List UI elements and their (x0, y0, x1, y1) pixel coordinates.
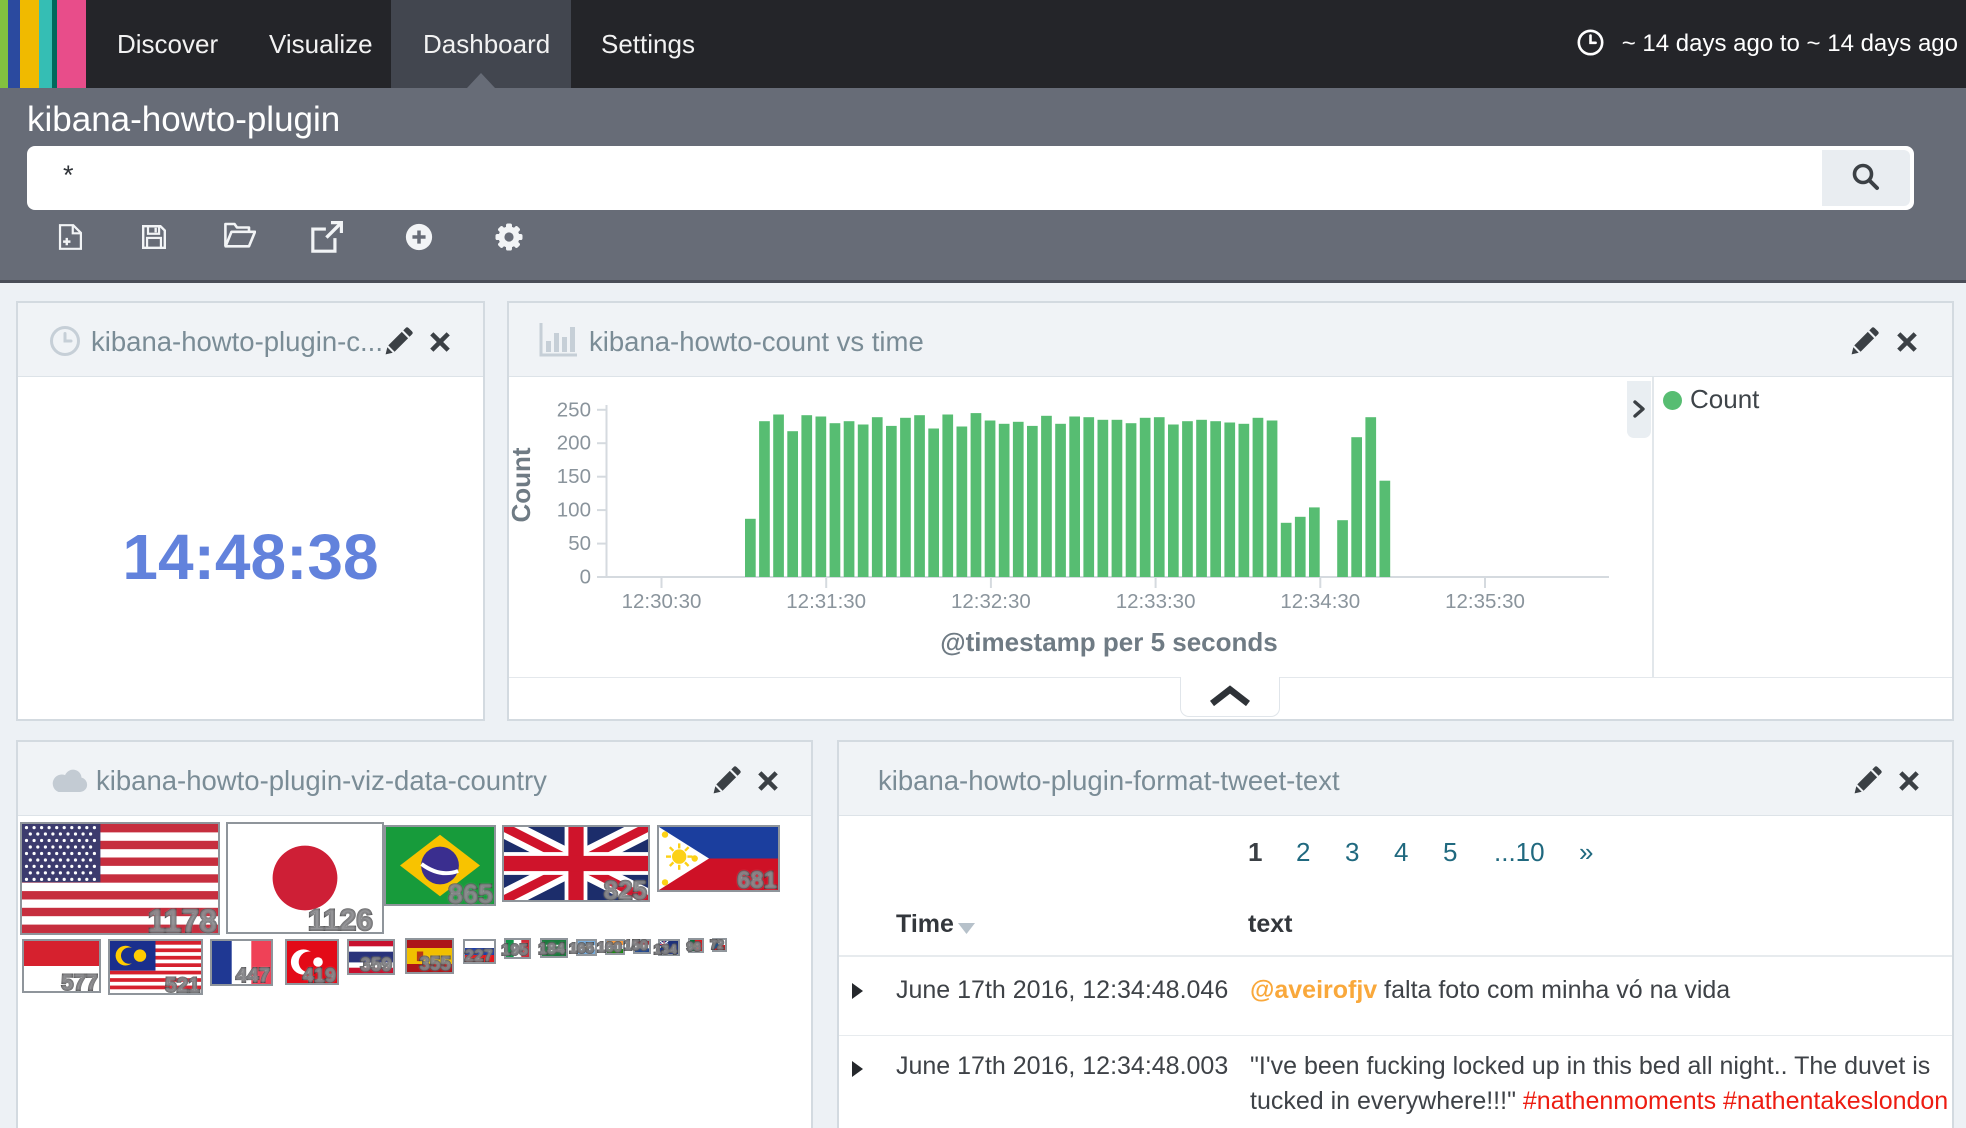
svg-text:@timestamp per 5 seconds: @timestamp per 5 seconds (940, 627, 1277, 657)
svg-text:12:35:30: 12:35:30 (1445, 590, 1525, 613)
svg-text:Count: Count (509, 447, 536, 522)
svg-text:12:30:30: 12:30:30 (622, 590, 702, 613)
svg-text:0: 0 (580, 566, 591, 589)
svg-text:150: 150 (557, 465, 591, 488)
svg-text:250: 250 (557, 398, 591, 421)
svg-text:12:33:30: 12:33:30 (1116, 590, 1196, 613)
svg-text:12:34:30: 12:34:30 (1280, 590, 1360, 613)
svg-text:12:31:30: 12:31:30 (786, 590, 866, 613)
svg-text:12:32:30: 12:32:30 (951, 590, 1031, 613)
svg-text:50: 50 (568, 532, 591, 555)
svg-text:200: 200 (557, 432, 591, 455)
svg-text:100: 100 (557, 499, 591, 522)
